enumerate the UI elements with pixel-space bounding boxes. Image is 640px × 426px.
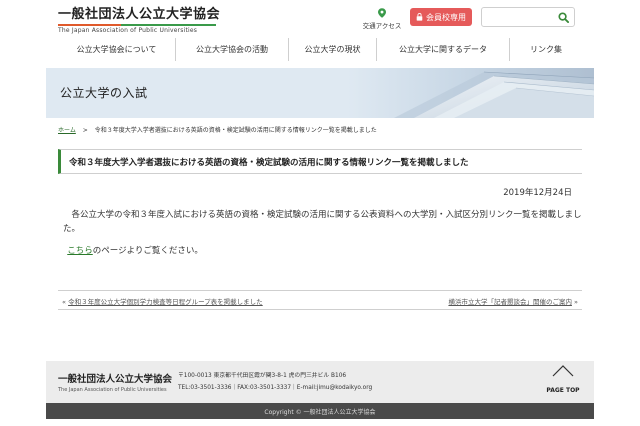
footer-contact-info: 〒100-0013 東京都千代田区霞が関3-8-1 虎の門三井ビル B106 T… bbox=[178, 370, 372, 394]
nav-item-links[interactable]: リンク集 bbox=[509, 38, 582, 61]
article-link-suffix: のページよりご覧ください。 bbox=[92, 246, 203, 256]
nav-item-current-status[interactable]: 公立大学の現状 bbox=[288, 38, 376, 61]
nav-item-data[interactable]: 公立大学に関するデータ bbox=[376, 38, 509, 61]
site-header: 一般社団法人公立大学協会 The Japan Association of Pu… bbox=[0, 0, 640, 38]
prev-post: « 令和３年度公立大学個別学力検査等日程グループ表を掲載しました bbox=[62, 296, 263, 306]
article-title: 令和３年度大学入学者選抜における英語の資格・検定試験の活用に関する情報リンク一覧… bbox=[58, 149, 582, 174]
prev-arrow-icon: « bbox=[62, 298, 66, 306]
prev-post-link[interactable]: 令和３年度公立大学個別学力検査等日程グループ表を掲載しました bbox=[68, 298, 263, 306]
nav-item-about[interactable]: 公立大学協会について bbox=[58, 38, 175, 61]
site-footer: 一般社団法人公立大学協会 The Japan Association of Pu… bbox=[46, 361, 594, 403]
breadcrumb-separator: > bbox=[82, 127, 88, 134]
breadcrumb: ホーム > 令和３年度大学入学者選抜における英語の資格・検定試験の活用に関する情… bbox=[58, 125, 377, 134]
search-input[interactable] bbox=[485, 10, 553, 24]
next-post: 横浜市立大学「記者懇談会」開催のご案内 » bbox=[448, 296, 578, 306]
lock-icon bbox=[416, 13, 423, 21]
document-stack-graphic bbox=[394, 71, 594, 118]
map-pin-icon bbox=[378, 8, 386, 18]
logo-underline bbox=[58, 24, 216, 26]
next-arrow-icon: » bbox=[574, 298, 578, 306]
post-pager: « 令和３年度公立大学個別学力検査等日程グループ表を掲載しました 横浜市立大学「… bbox=[58, 290, 582, 310]
page-top-label: PAGE TOP bbox=[546, 387, 580, 394]
footer-logo-subtitle: The Japan Association of Public Universi… bbox=[58, 387, 167, 393]
logo-subtitle: The Japan Association of Public Universi… bbox=[58, 27, 198, 34]
footer-logo-title: 一般社団法人公立大学協会 bbox=[58, 374, 173, 385]
site-logo[interactable]: 一般社団法人公立大学協会 The Japan Association of Pu… bbox=[58, 7, 220, 34]
article-link[interactable]: こちら bbox=[67, 246, 93, 256]
search-box bbox=[481, 7, 575, 27]
page-hero-banner: 公立大学の入試 bbox=[46, 68, 594, 118]
footer-logo[interactable]: 一般社団法人公立大学協会 The Japan Association of Pu… bbox=[58, 371, 172, 393]
next-post-link[interactable]: 横浜市立大学「記者懇談会」開催のご案内 bbox=[448, 298, 572, 306]
member-only-button[interactable]: 会員校専用 bbox=[410, 8, 472, 26]
breadcrumb-home-link[interactable]: ホーム bbox=[58, 127, 76, 134]
nav-item-activities[interactable]: 公立大学協会の活動 bbox=[175, 38, 288, 61]
access-label: 交通アクセス bbox=[362, 22, 402, 30]
page-top-button[interactable]: PAGE TOP bbox=[542, 365, 584, 394]
footer-phone-fax-email: TEL:03-3501-3336｜FAX:03-3501-3337｜E-mail… bbox=[178, 385, 373, 391]
breadcrumb-current: 令和３年度大学入学者選抜における英語の資格・検定試験の活用に関する情報リンク一覧… bbox=[94, 127, 377, 134]
logo-title: 一般社団法人公立大学協会 bbox=[58, 7, 221, 22]
access-link[interactable]: 交通アクセス bbox=[362, 8, 402, 30]
article-date: 2019年12月24日 bbox=[503, 188, 572, 198]
search-icon[interactable] bbox=[558, 12, 569, 23]
article-paragraph: 各公立大学の令和３年度入試における英語の資格・検定試験の活用に関する公表資料への… bbox=[63, 210, 582, 234]
chevron-up-icon bbox=[552, 365, 574, 377]
main-nav: 公立大学協会について 公立大学協会の活動 公立大学の現状 公立大学に関するデータ… bbox=[58, 38, 582, 61]
footer-address: 〒100-0013 東京都千代田区霞が関3-8-1 虎の門三井ビル B106 bbox=[178, 373, 347, 379]
article-body: 各公立大学の令和３年度入試における英語の資格・検定試験の活用に関する公表資料への… bbox=[63, 208, 583, 258]
page-title: 公立大学の入試 bbox=[60, 86, 148, 100]
member-button-label: 会員校専用 bbox=[426, 12, 466, 22]
article-link-line: こちらのページよりご覧ください。 bbox=[63, 244, 583, 258]
copyright-bar: Copyright © 一般社団法人公立大学協会 bbox=[46, 403, 594, 419]
